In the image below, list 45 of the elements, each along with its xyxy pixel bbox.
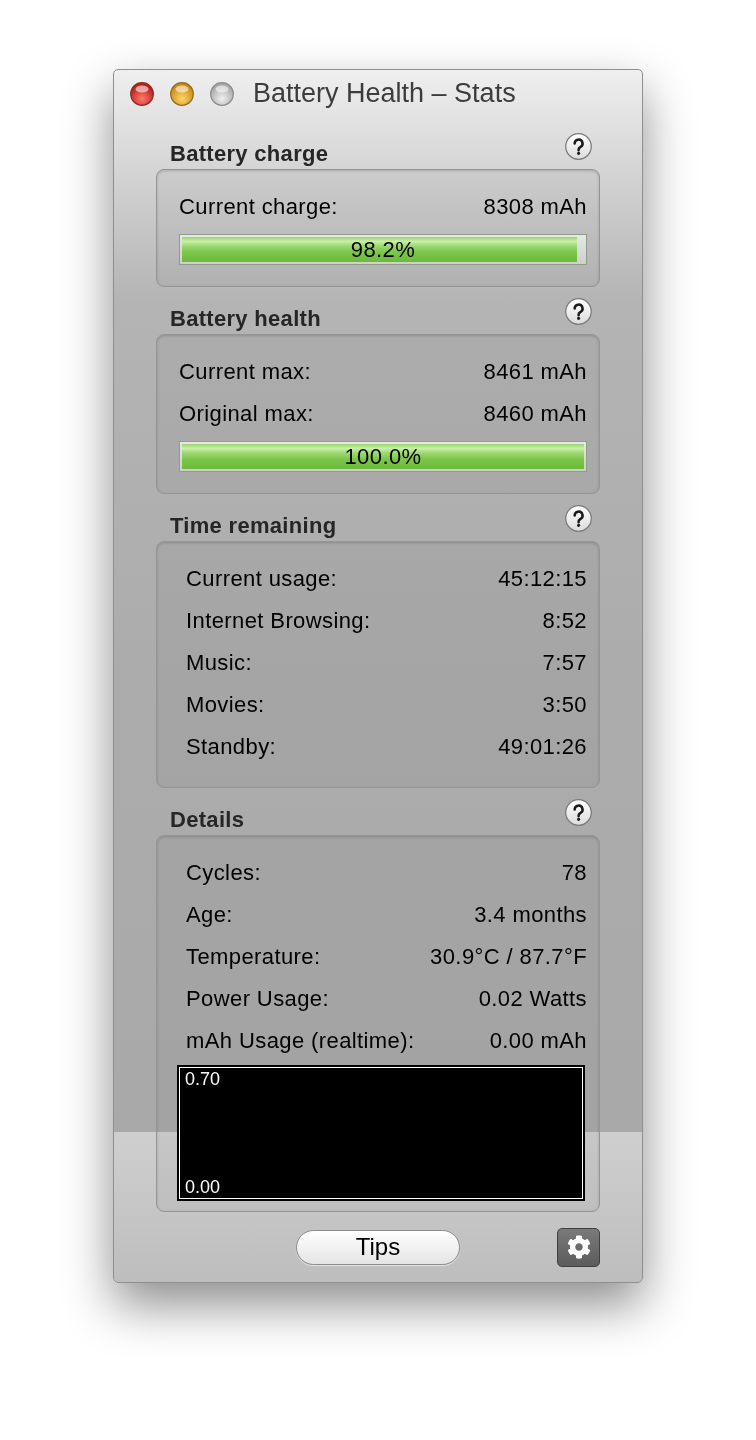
row-value: 8460 mAh bbox=[483, 399, 587, 428]
row-label: Movies: bbox=[186, 690, 265, 719]
row-label: Music: bbox=[186, 648, 252, 677]
row-label: Internet Browsing: bbox=[186, 606, 371, 635]
row-value: 3.4 months bbox=[474, 900, 587, 929]
section-title: Battery health bbox=[170, 308, 321, 330]
progress-reading: 98.2% bbox=[349, 235, 417, 264]
minimize-button[interactable] bbox=[170, 81, 194, 106]
section-title: Battery charge bbox=[170, 143, 329, 165]
row-value: 8461 mAh bbox=[483, 357, 587, 386]
row-label: Cycles: bbox=[186, 858, 261, 887]
help-icon[interactable] bbox=[565, 133, 592, 160]
row-label: Age: bbox=[186, 900, 233, 929]
section-title: Time remaining bbox=[170, 515, 337, 537]
row-value: 7:57 bbox=[542, 648, 587, 677]
row-label: mAh Usage (realtime): bbox=[186, 1026, 415, 1055]
progress-reading: 100.0% bbox=[343, 442, 423, 471]
row-label: Current charge: bbox=[179, 192, 338, 221]
axis-label: 0.00 bbox=[185, 1177, 221, 1197]
zoom-button[interactable] bbox=[210, 81, 234, 106]
row-label: Current max: bbox=[179, 357, 311, 386]
row-label: Temperature: bbox=[186, 942, 321, 971]
row-label: Current usage: bbox=[186, 564, 338, 593]
help-icon[interactable] bbox=[565, 298, 592, 325]
help-icon[interactable] bbox=[565, 505, 592, 532]
axis-label: 0.70 bbox=[185, 1069, 221, 1089]
row-value: 0.00 mAh bbox=[489, 1026, 587, 1055]
window-title: Battery Health – Stats bbox=[253, 80, 516, 107]
row-value: 0.02 Watts bbox=[478, 984, 587, 1013]
row-value: 49:01:26 bbox=[498, 732, 587, 761]
row-label: Standby: bbox=[186, 732, 277, 761]
row-value: 30.9°C / 87.7°F bbox=[430, 942, 587, 971]
close-button[interactable] bbox=[130, 81, 154, 106]
row-value: 45:12:15 bbox=[498, 564, 587, 593]
section-title: Details bbox=[170, 809, 245, 831]
row-value: 8:52 bbox=[542, 606, 587, 635]
tips-button[interactable]: Tips bbox=[296, 1229, 460, 1265]
row-label: Original max: bbox=[179, 399, 314, 428]
help-icon[interactable] bbox=[565, 799, 592, 826]
gear-icon bbox=[566, 1235, 591, 1259]
settings-button[interactable] bbox=[557, 1227, 600, 1267]
row-value: 8308 mAh bbox=[483, 192, 587, 221]
row-value: 78 bbox=[561, 858, 587, 887]
row-value: 3:50 bbox=[542, 690, 587, 719]
row-label: Power Usage: bbox=[186, 984, 329, 1013]
